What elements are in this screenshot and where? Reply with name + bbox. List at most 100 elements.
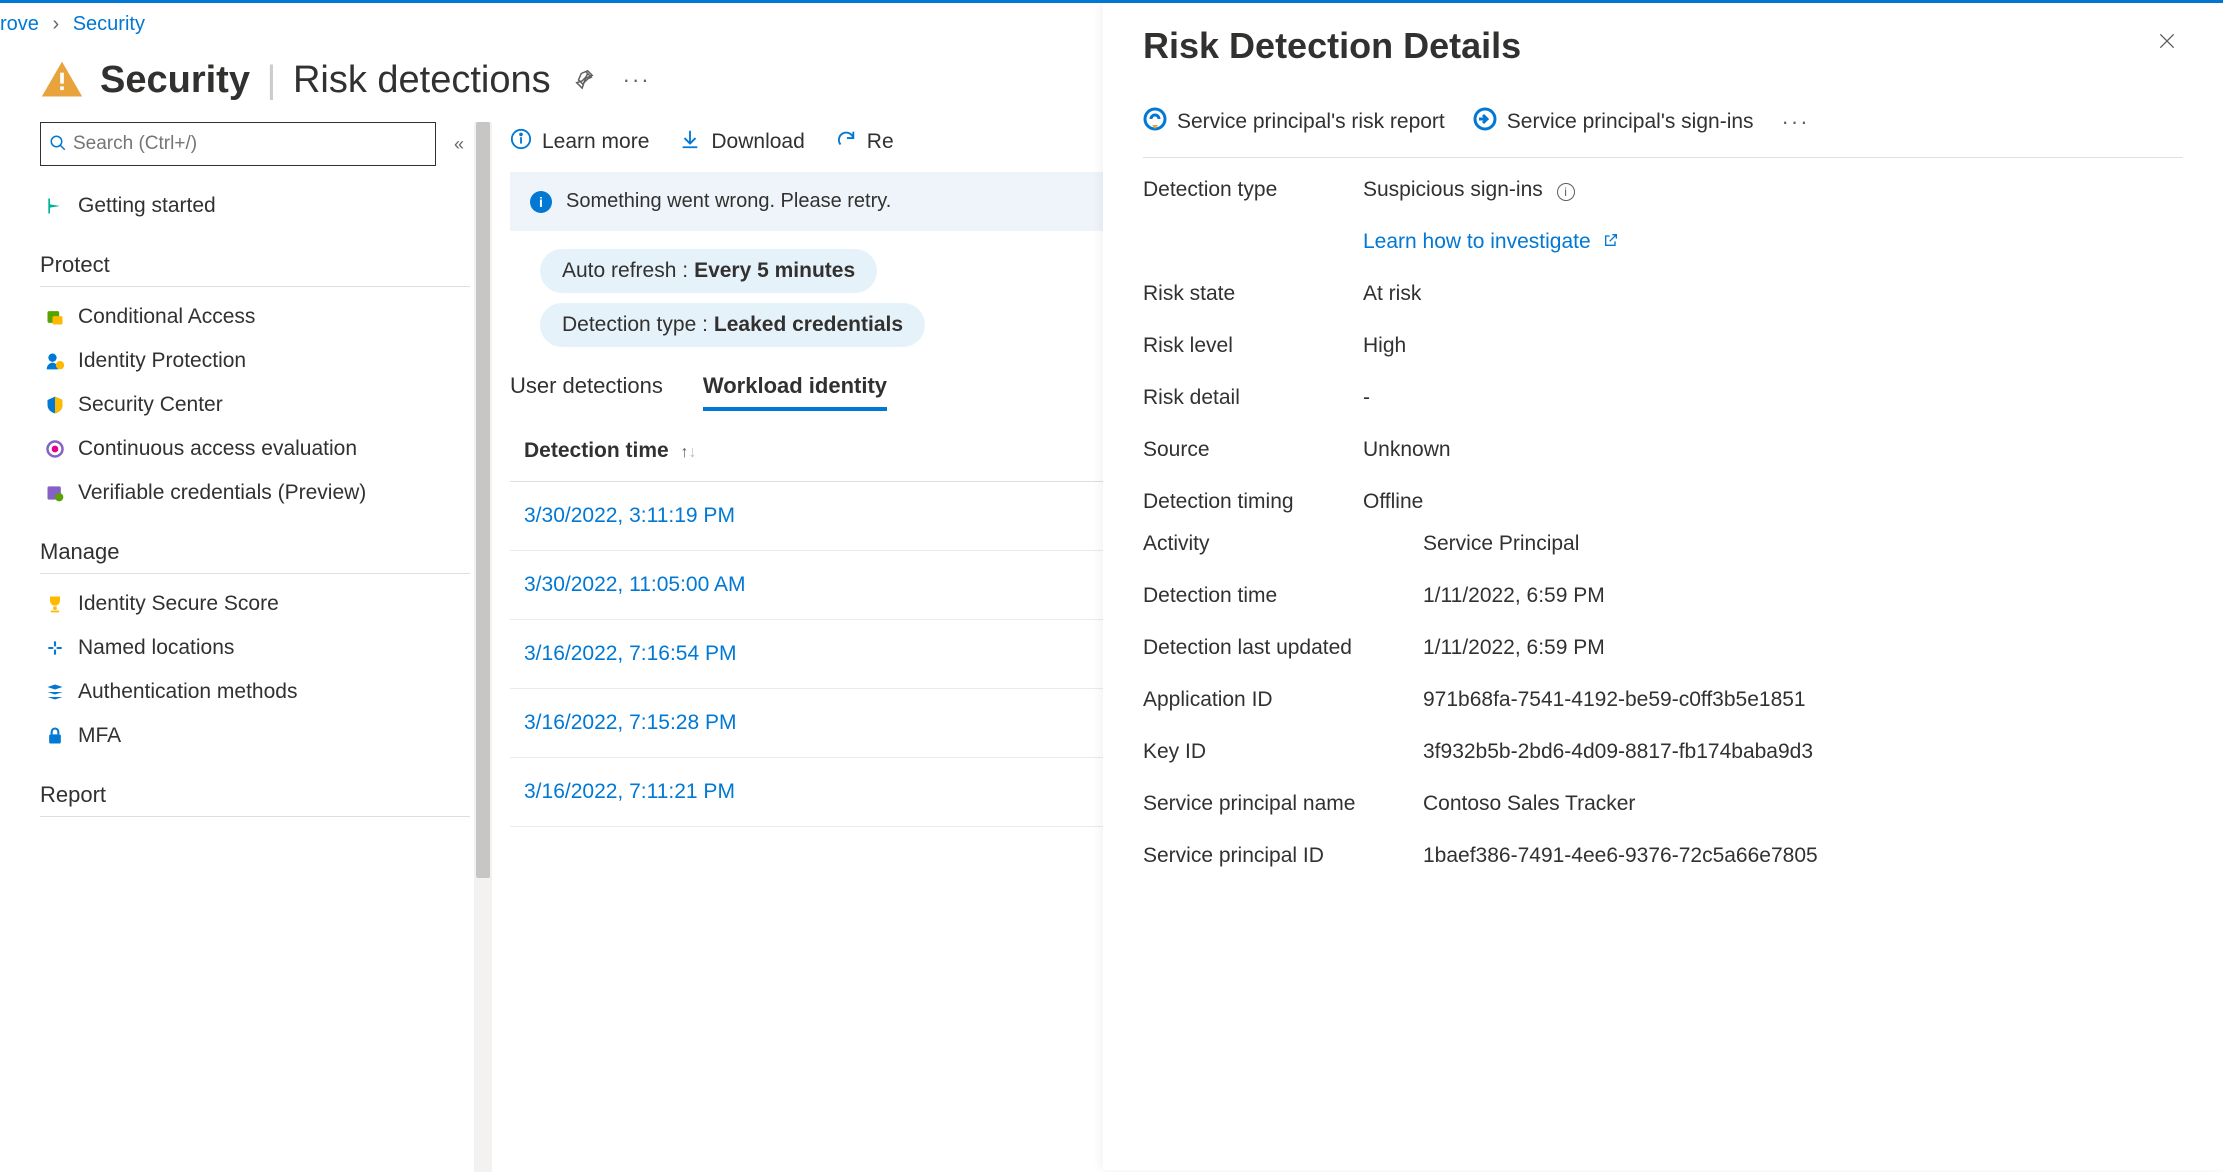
kv-value: Learn how to investigate <box>1363 230 2183 254</box>
kv-key: Risk detail <box>1143 386 1363 410</box>
more-actions-icon[interactable]: ··· <box>1782 109 1810 135</box>
action-sign-ins[interactable]: Service principal's sign-ins <box>1473 107 1754 137</box>
sort-asc-icon: ↑↓ <box>675 444 697 461</box>
page-title-main: Security <box>100 59 250 101</box>
pill-key: Detection type : <box>562 313 708 337</box>
sidebar-item-auth-methods[interactable]: Authentication methods <box>40 670 470 714</box>
credentials-icon <box>44 482 66 504</box>
sidebar-item-label: Authentication methods <box>78 680 297 704</box>
more-icon[interactable]: ··· <box>617 61 657 99</box>
sidebar-item-continuous-access[interactable]: Continuous access evaluation <box>40 427 470 471</box>
sidebar-item-named-locations[interactable]: Named locations <box>40 626 470 670</box>
page-title-sub: Risk detections <box>293 59 551 101</box>
kv-value: At risk <box>1363 282 2183 306</box>
continuous-access-icon <box>44 438 66 460</box>
page-title: Security | Risk detections <box>100 59 551 102</box>
kv-value: Suspicious sign-ins i <box>1363 178 2183 202</box>
kv-value: - <box>1363 386 2183 410</box>
details-title: Risk Detection Details <box>1143 25 1521 67</box>
action-risk-report[interactable]: Service principal's risk report <box>1143 107 1445 137</box>
sidebar-item-label: MFA <box>78 724 121 748</box>
learn-investigate-link[interactable]: Learn how to investigate <box>1363 230 1619 253</box>
toolbar-label: Re <box>867 130 894 154</box>
chevron-right-icon: › <box>44 13 67 35</box>
sidebar-section-report: Report <box>40 758 470 817</box>
details-kv-2: Activity Service Principal Detection tim… <box>1143 532 2183 868</box>
identity-protection-icon <box>44 350 66 372</box>
pill-value: Every 5 minutes <box>694 259 855 283</box>
shield-icon <box>44 394 66 416</box>
auth-methods-icon <box>44 681 66 703</box>
sidebar-item-security-center[interactable]: Security Center <box>40 383 470 427</box>
sidebar-section-manage: Manage <box>40 515 470 574</box>
learn-more-button[interactable]: Learn more <box>510 128 649 156</box>
kv-value: High <box>1363 334 2183 358</box>
kv-key: Risk state <box>1143 282 1363 306</box>
kv-value: 1/11/2022, 6:59 PM <box>1423 636 2183 660</box>
filter-pill-auto-refresh[interactable]: Auto refresh : Every 5 minutes <box>540 249 877 293</box>
kv-value: 1/11/2022, 6:59 PM <box>1423 584 2183 608</box>
toolbar-label: Learn more <box>542 130 649 154</box>
sidebar-item-mfa[interactable]: MFA <box>40 714 470 758</box>
kv-value: Service Principal <box>1423 532 2183 556</box>
detail-actions: Service principal's risk report Service … <box>1143 67 2183 158</box>
sidebar-item-verifiable-creds[interactable]: Verifiable credentials (Preview) <box>40 471 470 515</box>
sidebar-item-label: Conditional Access <box>78 305 255 329</box>
sidebar-item-label: Identity Protection <box>78 349 246 373</box>
search-field[interactable] <box>73 133 427 155</box>
breadcrumb-item-security[interactable]: Security <box>73 13 145 35</box>
sidebar-item-label: Named locations <box>78 636 234 660</box>
info-icon[interactable]: i <box>1557 183 1575 201</box>
kv-value: 3f932b5b-2bd6-4d09-8817-fb174baba9d3 <box>1423 740 2183 764</box>
action-label: Service principal's sign-ins <box>1507 110 1754 134</box>
sidebar-item-conditional-access[interactable]: Conditional Access <box>40 295 470 339</box>
kv-value: Unknown <box>1363 438 2183 462</box>
tab-workload-identity[interactable]: Workload identity <box>703 365 887 411</box>
banner-message: Something went wrong. Please retry. <box>566 190 891 213</box>
sidebar-item-identity-protection[interactable]: Identity Protection <box>40 339 470 383</box>
tab-user-detections[interactable]: User detections <box>510 365 663 411</box>
kv-key: Detection time <box>1143 584 1423 608</box>
search-input[interactable] <box>40 122 436 166</box>
sidebar-item-label: Identity Secure Score <box>78 592 279 616</box>
trophy-icon <box>44 593 66 615</box>
search-icon <box>49 134 67 155</box>
sidebar: « Getting started Protect Conditional Ac… <box>0 122 490 1172</box>
pin-icon[interactable] <box>567 62 601 99</box>
pill-value: Leaked credentials <box>714 313 903 337</box>
sidebar-item-secure-score[interactable]: Identity Secure Score <box>40 582 470 626</box>
external-link-icon <box>1603 230 1619 254</box>
conditional-access-icon <box>44 306 66 328</box>
kv-key: Service principal name <box>1143 792 1423 816</box>
toolbar-label: Download <box>711 130 804 154</box>
kv-value: Contoso Sales Tracker <box>1423 792 2183 816</box>
kv-key: Detection last updated <box>1143 636 1423 660</box>
action-label: Service principal's risk report <box>1177 110 1445 134</box>
download-button[interactable]: Download <box>679 128 804 156</box>
warning-icon <box>40 58 84 102</box>
lock-icon <box>44 725 66 747</box>
kv-key: Service principal ID <box>1143 844 1423 868</box>
download-icon <box>679 128 701 156</box>
breadcrumb-item-rove[interactable]: rove <box>0 13 39 35</box>
risk-report-icon <box>1143 107 1167 137</box>
close-icon[interactable] <box>2151 25 2183 63</box>
details-panel: Risk Detection Details Service principal… <box>1103 3 2223 1170</box>
kv-key: Source <box>1143 438 1363 462</box>
sidebar-item-getting-started[interactable]: Getting started <box>40 184 470 228</box>
sidebar-item-label: Continuous access evaluation <box>78 437 357 461</box>
filter-pill-detection-type[interactable]: Detection type : Leaked credentials <box>540 303 925 347</box>
refresh-button[interactable]: Re <box>835 128 894 156</box>
kv-key: Key ID <box>1143 740 1423 764</box>
scrollbar-thumb[interactable] <box>476 122 490 878</box>
sidebar-item-label: Security Center <box>78 393 223 417</box>
collapse-sidebar-icon[interactable]: « <box>448 128 470 161</box>
sidebar-item-label: Getting started <box>78 194 216 218</box>
kv-key: Detection timing <box>1143 490 1363 514</box>
kv-value: 1baef386-7491-4ee6-9376-72c5a66e7805 <box>1423 844 2183 868</box>
sign-ins-icon <box>1473 107 1497 137</box>
info-icon <box>510 128 532 156</box>
locations-icon <box>44 637 66 659</box>
sidebar-section-protect: Protect <box>40 228 470 287</box>
kv-key: Detection type <box>1143 178 1363 202</box>
